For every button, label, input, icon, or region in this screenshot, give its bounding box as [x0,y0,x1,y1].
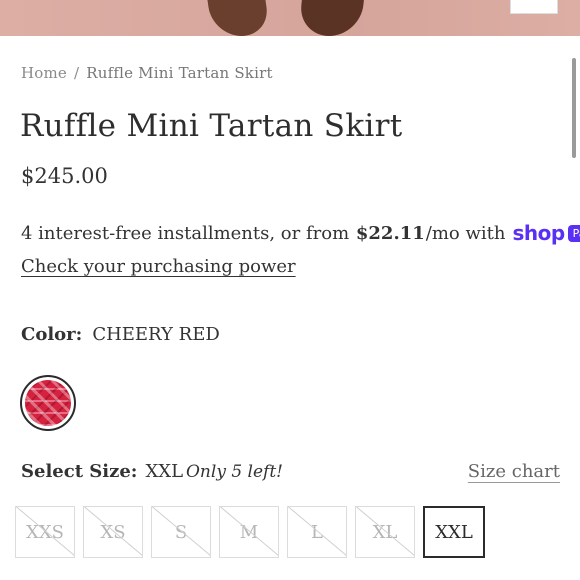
breadcrumb: Home / Ruffle Mini Tartan Skirt [21,64,273,82]
size-option-xxl[interactable]: XXL [423,506,485,558]
product-image-leg-right [298,0,364,36]
shop-pay-pay-badge: Pay [567,224,580,242]
installments-info: 4 interest-free installments, or from $2… [21,221,580,245]
size-option-xs[interactable]: XS [83,506,143,558]
breadcrumb-separator: / [74,64,80,82]
tartan-pattern-icon [25,380,71,426]
shop-pay-shop-text: shop [512,221,565,245]
size-option-m[interactable]: M [219,506,279,558]
product-image-leg-left [207,0,271,36]
color-selector-label: Color: CHEERY RED [21,324,220,345]
color-label: Color: [21,324,83,345]
scrollbar[interactable] [572,58,576,158]
installments-suffix: /mo with [425,222,506,244]
product-price: $245.00 [21,164,108,188]
size-option-l[interactable]: L [287,506,347,558]
image-zoom-button[interactable] [510,0,558,14]
size-option-xxs[interactable]: XXS [15,506,75,558]
color-swatch-cheery-red[interactable] [20,375,76,431]
product-title: Ruffle Mini Tartan Skirt [20,108,403,144]
size-selector-header: Select Size: XXL Only 5 left! Size chart [21,461,561,482]
size-label: Select Size: [21,461,138,482]
size-value: XXL [145,461,184,482]
product-image [0,0,580,36]
stock-note: Only 5 left! [186,462,284,482]
installments-amount: $22.11 [355,222,425,244]
size-chart-link[interactable]: Size chart [468,461,560,482]
size-option-s[interactable]: S [151,506,211,558]
check-purchasing-power-link[interactable]: Check your purchasing power [21,256,296,277]
size-options: XXS XS S M L XL XXL [15,506,485,558]
color-value: CHEERY RED [92,324,220,345]
size-option-xl[interactable]: XL [355,506,415,558]
installments-prefix: 4 interest-free installments, or from [21,222,350,244]
breadcrumb-home-link[interactable]: Home [21,64,67,82]
breadcrumb-current: Ruffle Mini Tartan Skirt [86,64,273,82]
shop-pay-logo[interactable]: shopPay [512,221,580,245]
